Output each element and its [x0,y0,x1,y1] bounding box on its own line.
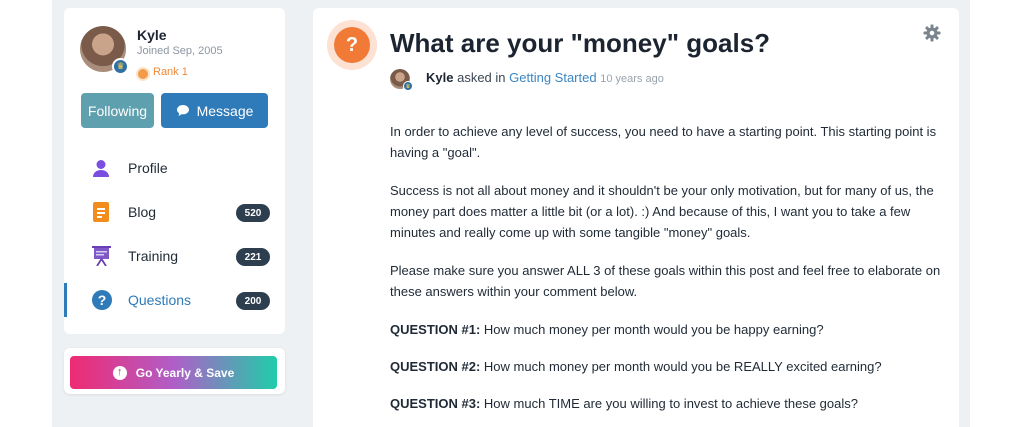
category-link[interactable]: Getting Started [509,70,596,85]
question-card: ? What are your "money" goals? ♛ Kyle as… [313,8,959,427]
count-badge: 520 [236,204,270,222]
sidebar-item-profile[interactable]: Profile [64,151,285,185]
paragraph: Please make sure you answer ALL 3 of the… [390,263,941,299]
user-name[interactable]: Kyle [137,27,167,43]
question-text: How much money per month would you be RE… [483,359,882,374]
up-arrow-icon: ↑ [112,365,127,380]
go-yearly-button[interactable]: ↑ Go Yearly & Save [70,356,277,389]
count-badge: 221 [236,248,270,266]
question-icon: ? [92,290,112,310]
asked-in-text: asked in [457,70,506,85]
sidebar-item-label: Questions [128,292,192,308]
profile-sidebar: ♛ Kyle Joined Sep, 2005 Rank 1 Following… [64,8,285,334]
count-badge: 200 [236,292,270,310]
sidebar-item-label: Blog [128,204,157,220]
question-label: QUESTION #3: [390,396,481,411]
author-name[interactable]: Kyle [426,70,453,85]
crown-icon: ♛ [403,81,413,91]
presentation-icon [92,246,111,266]
question-text: How much TIME are you willing to invest … [483,396,858,411]
question-item: QUESTION #2: How much money per month wo… [390,356,945,377]
chat-bubble-icon [176,105,189,116]
message-button[interactable]: Message [161,93,268,128]
joined-date: Joined Sep, 2005 [137,45,223,57]
sidebar-item-blog[interactable]: Blog 520 [64,195,285,229]
message-button-label: Message [196,102,254,119]
question-meta: Kyle asked in Getting Started 10 years a… [426,70,664,85]
document-icon [93,202,109,222]
paragraph: In order to achieve any level of success… [390,124,937,160]
timestamp: 10 years ago [600,73,664,85]
sidebar-item-questions[interactable]: ? Questions 200 [64,283,285,317]
question-mark-icon: ? [334,27,370,63]
sidebar-item-label: Profile [128,160,168,176]
gear-icon[interactable] [923,24,941,42]
user-icon [93,160,109,177]
go-yearly-label: Go Yearly & Save [135,365,235,380]
question-item: QUESTION #3: How much TIME are you willi… [390,393,945,414]
question-label: QUESTION #1: [390,322,481,337]
paragraph: Success is not all about money and it sh… [390,183,934,240]
promo-card: ↑ Go Yearly & Save [64,348,285,394]
following-button[interactable]: Following [81,93,154,128]
question-item: QUESTION #1: How much money per month wo… [390,319,945,340]
question-title: What are your "money" goals? [390,28,771,58]
question-label: QUESTION #2: [390,359,481,374]
sidebar-item-label: Training [128,248,179,264]
crown-icon: ♛ [112,58,129,75]
question-text: How much money per month would you be ha… [483,322,824,337]
sidebar-item-training[interactable]: Training 221 [64,239,285,273]
rank-label: Rank 1 [153,66,188,78]
rank-icon [138,69,148,79]
svg-text:?: ? [98,292,107,308]
question-badge: ? [327,20,377,70]
